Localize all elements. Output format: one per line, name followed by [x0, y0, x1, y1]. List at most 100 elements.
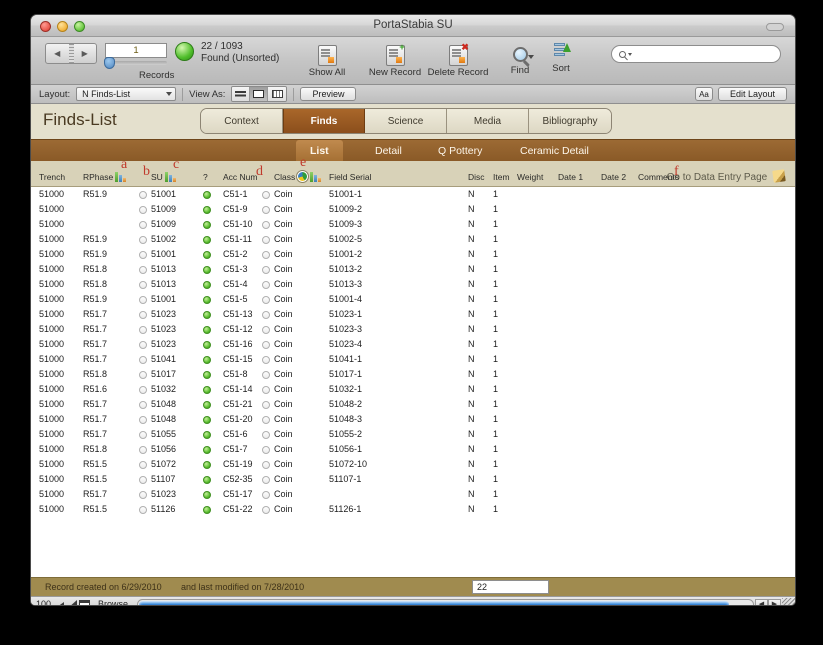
cell-su[interactable]: 51017 — [151, 369, 176, 379]
toggle-status-area-icon[interactable] — [78, 599, 90, 605]
cell-acc_num[interactable]: C51-22 — [223, 504, 253, 514]
table-row[interactable]: 51000 R51.7 51023 C51-12 Coin 51023-3 N 1 — [31, 322, 795, 337]
cell-item[interactable]: 1 — [493, 369, 498, 379]
su-radio-icon[interactable] — [139, 476, 147, 484]
table-row[interactable]: 51000 R51.8 51013 C51-4 Coin 51013-3 N 1 — [31, 277, 795, 292]
su-radio-icon[interactable] — [139, 416, 147, 424]
cell-field_serial[interactable]: 51001-1 — [329, 189, 362, 199]
cell-item[interactable]: 1 — [493, 489, 498, 499]
main-tab-finds[interactable]: Finds — [283, 109, 365, 133]
status-dot-icon[interactable] — [203, 371, 211, 379]
class-radio-icon[interactable] — [262, 221, 270, 229]
cell-su[interactable]: 51023 — [151, 309, 176, 319]
layout-select[interactable]: N Finds-List — [76, 87, 177, 101]
cell-acc_num[interactable]: C51-13 — [223, 309, 253, 319]
cell-item[interactable]: 1 — [493, 279, 498, 289]
cell-rphase[interactable]: R51.5 — [83, 459, 107, 469]
su-radio-icon[interactable] — [139, 446, 147, 454]
view-as-list-button[interactable] — [232, 87, 251, 101]
delete-record-button[interactable]: ✖ Delete Record — [419, 43, 497, 79]
bar-chart-icon[interactable] — [310, 172, 323, 182]
column-header-field_serial[interactable]: Field Serial — [329, 172, 372, 182]
cell-field_serial[interactable]: 51023-1 — [329, 309, 362, 319]
su-radio-icon[interactable] — [139, 491, 147, 499]
cell-su[interactable]: 51001 — [151, 249, 176, 259]
cell-item[interactable]: 1 — [493, 204, 498, 214]
class-radio-icon[interactable] — [262, 296, 270, 304]
cell-field_serial[interactable]: 51017-1 — [329, 369, 362, 379]
status-dot-icon[interactable] — [203, 386, 211, 394]
cell-trench[interactable]: 51000 — [39, 489, 64, 499]
cell-su[interactable]: 51009 — [151, 204, 176, 214]
status-dot-icon[interactable] — [203, 311, 211, 319]
column-header-question[interactable]: ? — [203, 172, 208, 182]
class-radio-icon[interactable] — [262, 236, 270, 244]
class-radio-icon[interactable] — [262, 191, 270, 199]
su-radio-icon[interactable] — [139, 191, 147, 199]
cell-trench[interactable]: 51000 — [39, 279, 64, 289]
column-header-item[interactable]: Item — [493, 172, 510, 182]
show-all-button[interactable]: Show All — [299, 45, 355, 78]
column-header-date1[interactable]: Date 1 — [558, 172, 583, 182]
status-dot-icon[interactable] — [203, 236, 211, 244]
cell-field_serial[interactable]: 51041-1 — [329, 354, 362, 364]
column-header-class[interactable]: Class — [274, 170, 323, 183]
column-header-disc[interactable]: Disc — [468, 172, 485, 182]
su-radio-icon[interactable] — [139, 296, 147, 304]
pie-chart-icon[interactable] — [296, 170, 310, 183]
cell-acc_num[interactable]: C51-11 — [223, 234, 252, 244]
cell-item[interactable]: 1 — [493, 504, 498, 514]
record-count-field[interactable]: 22 — [472, 580, 549, 594]
cell-field_serial[interactable]: 51023-3 — [329, 324, 362, 334]
chevron-down-icon[interactable] — [527, 55, 534, 59]
su-radio-icon[interactable] — [139, 251, 147, 259]
horizontal-scrollbar-thumb[interactable] — [139, 600, 730, 605]
column-header-weight[interactable]: Weight — [517, 172, 543, 182]
cell-class[interactable]: Coin — [274, 249, 293, 259]
class-radio-icon[interactable] — [262, 476, 270, 484]
su-radio-icon[interactable] — [139, 341, 147, 349]
cell-rphase[interactable]: R51.7 — [83, 354, 107, 364]
status-dot-icon[interactable] — [203, 446, 211, 454]
cell-rphase[interactable]: R51.9 — [83, 249, 107, 259]
records-list[interactable]: 51000 R51.9 51001 C51-1 Coin 51001-1 N 1 51000 51… — [31, 187, 795, 577]
table-row[interactable]: 51000 R51.6 51032 C51-14 Coin 51032-1 N 1 — [31, 382, 795, 397]
cell-disc[interactable]: N — [468, 249, 475, 259]
cell-acc_num[interactable]: C51-19 — [223, 459, 253, 469]
cell-su[interactable]: 51023 — [151, 489, 176, 499]
class-radio-icon[interactable] — [262, 266, 270, 274]
cell-disc[interactable]: N — [468, 354, 475, 364]
cell-acc_num[interactable]: C51-16 — [223, 339, 253, 349]
class-radio-icon[interactable] — [262, 506, 270, 514]
status-dot-icon[interactable] — [203, 341, 211, 349]
table-row[interactable]: 51000 R51.9 51001 C51-1 Coin 51001-1 N 1 — [31, 187, 795, 202]
cell-su[interactable]: 51023 — [151, 324, 176, 334]
su-radio-icon[interactable] — [139, 461, 147, 469]
cell-field_serial[interactable]: 51013-3 — [329, 279, 362, 289]
cell-field_serial[interactable]: 51013-2 — [329, 264, 362, 274]
view-as-table-button[interactable] — [268, 87, 287, 101]
cell-field_serial[interactable]: 51032-1 — [329, 384, 362, 394]
cell-acc_num[interactable]: C51-10 — [223, 219, 253, 229]
format-text-button[interactable]: Aa — [694, 87, 713, 101]
cell-trench[interactable]: 51000 — [39, 444, 64, 454]
cell-class[interactable]: Coin — [274, 459, 293, 469]
table-row[interactable]: 51000 R51.9 51002 C51-11 Coin 51002-5 N 1 — [31, 232, 795, 247]
cell-field_serial[interactable]: 51023-4 — [329, 339, 362, 349]
cell-item[interactable]: 1 — [493, 189, 498, 199]
cell-rphase[interactable]: R51.6 — [83, 384, 107, 394]
horizontal-scrollbar[interactable] — [137, 598, 754, 605]
cell-rphase[interactable]: R51.5 — [83, 474, 107, 484]
cell-acc_num[interactable]: C51-9 — [223, 204, 248, 214]
table-row[interactable]: 51000 R51.7 51023 C51-13 Coin 51023-1 N 1 — [31, 307, 795, 322]
preview-button[interactable]: Preview — [300, 87, 357, 101]
cell-rphase[interactable]: R51.7 — [83, 399, 107, 409]
table-row[interactable]: 51000 R51.5 51107 C52-35 Coin 51107-1 N 1 — [31, 472, 795, 487]
view-as-form-button[interactable] — [250, 87, 269, 101]
cell-trench[interactable]: 51000 — [39, 309, 64, 319]
cell-su[interactable]: 51107 — [151, 474, 175, 484]
class-radio-icon[interactable] — [262, 431, 270, 439]
su-radio-icon[interactable] — [139, 311, 147, 319]
table-row[interactable]: 51000 R51.7 51055 C51-6 Coin 51055-2 N 1 — [31, 427, 795, 442]
cell-class[interactable]: Coin — [274, 399, 293, 409]
